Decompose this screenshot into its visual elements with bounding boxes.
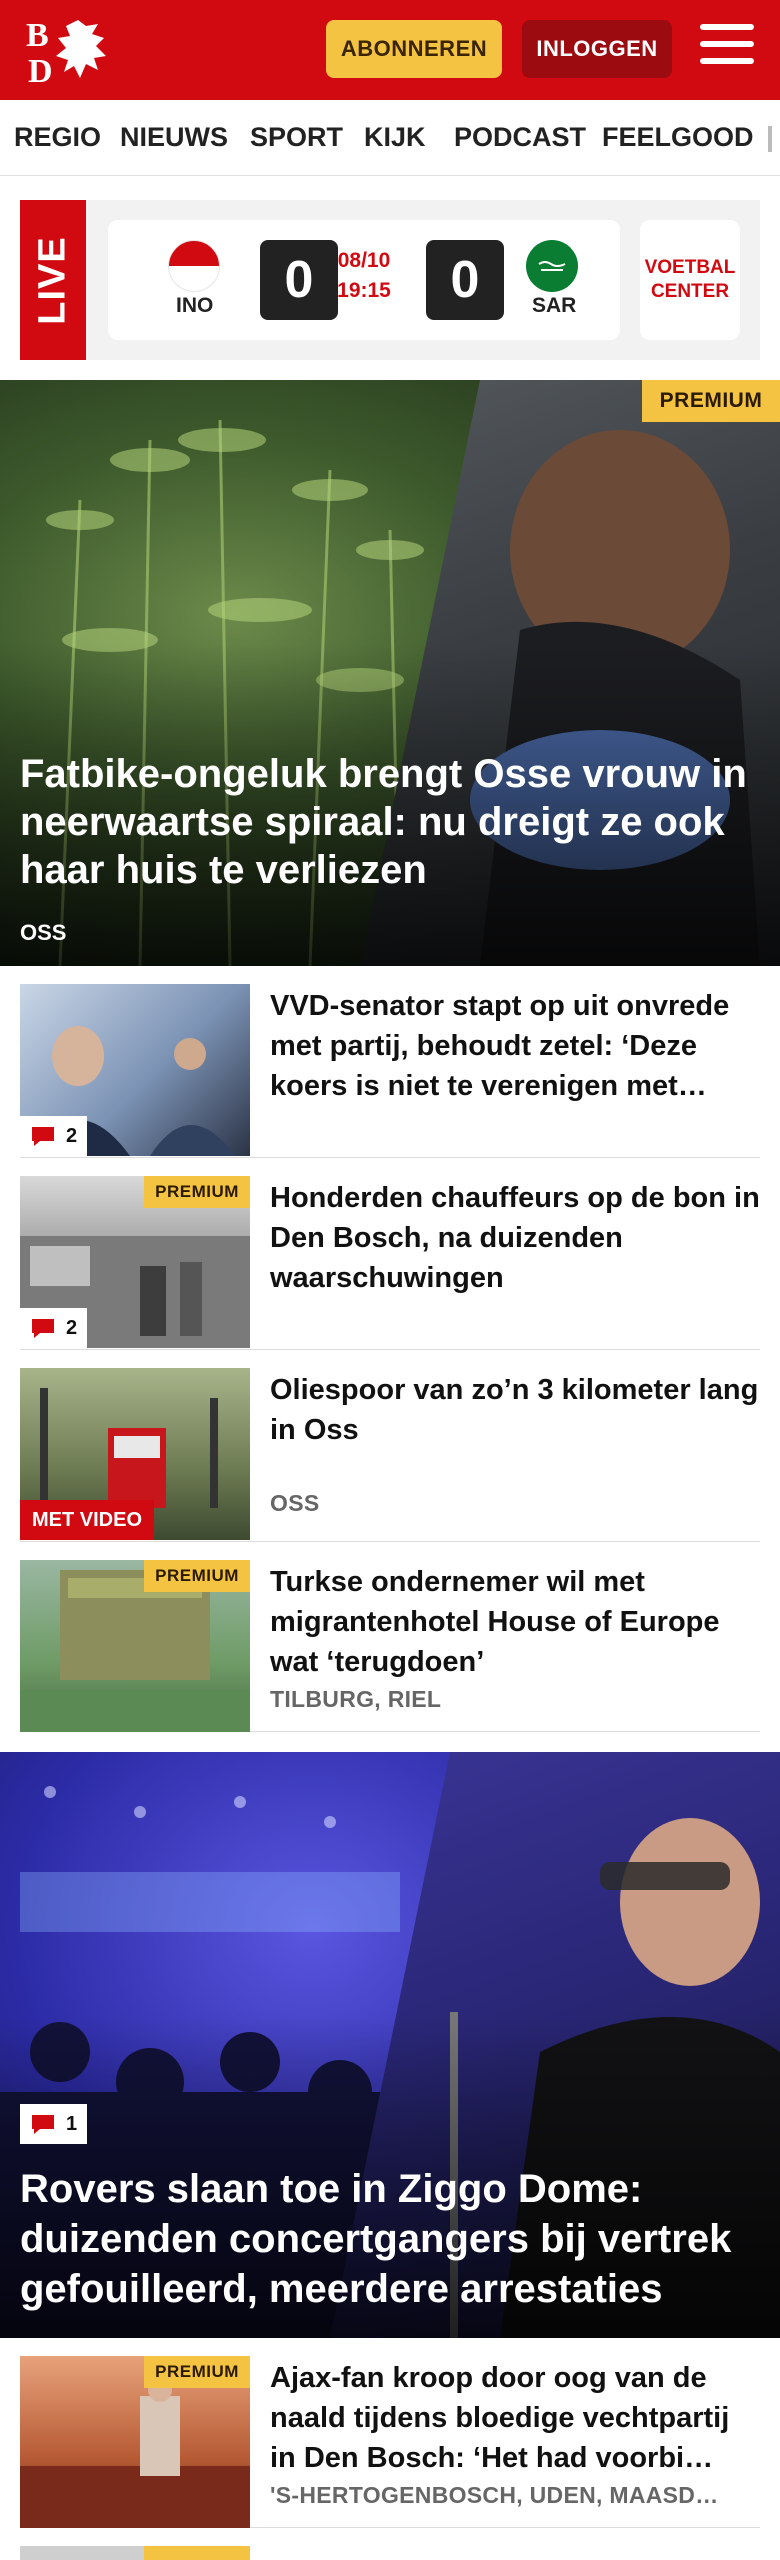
match-time: 19:15 [337, 279, 391, 302]
voetbal-center-label-line2: CENTER [650, 281, 730, 302]
article-thumbnail: PREMIUM [20, 2356, 250, 2528]
home-team: INO [176, 294, 214, 317]
article-thumbnail: PREMIUM 2 [20, 1176, 250, 1348]
hero-title[interactable]: Fatbike-ongeluk brengt Osse vrouw in nee… [20, 750, 760, 894]
bd-logo[interactable]: B D [26, 16, 114, 90]
match-date: 08/10 [337, 249, 391, 272]
article-title[interactable]: Turkse ondernemer wil met migrantenhotel… [270, 1562, 760, 1682]
hero-article[interactable]: PREMIUM Fatbike-ongeluk brengt Osse vrou… [0, 380, 780, 966]
nav-item-podcast[interactable]: PODCAST [454, 122, 586, 153]
indonesia-flag-icon [168, 240, 220, 292]
comment-icon [32, 1319, 54, 1338]
menu-icon[interactable] [700, 24, 754, 74]
live-tab[interactable]: LIVE [20, 200, 86, 360]
premium-badge-partial [144, 2546, 250, 2560]
comment-count: 1 [20, 2104, 88, 2144]
nav-item-feelgood[interactable]: FEELGOOD [602, 122, 754, 153]
premium-badge: PREMIUM [642, 380, 780, 422]
section-nav: REGIO NIEUWS SPORT KIJK PODCAST FEELGOOD [0, 100, 780, 176]
comment-count: 2 [20, 1308, 88, 1348]
logo-letter-d: D [28, 53, 53, 84]
voetbal-center-button[interactable]: VOETBAL CENTER [640, 220, 740, 340]
comment-count-value: 2 [66, 1124, 78, 1147]
top-bar: B D ABONNEREN INLOGGEN [0, 0, 780, 100]
away-score: 0 [426, 240, 504, 320]
article-location: OSS [270, 1490, 320, 1516]
nav-item-nieuws[interactable]: NIEUWS [120, 122, 228, 153]
voetbal-center-label-line1: VOETBAL [644, 257, 736, 278]
article-row[interactable]: PREMIUM Turkse ondernemer wil met migran… [20, 1542, 760, 1732]
logo-letter-b: B [26, 17, 49, 54]
article-thumbnail: 2 [20, 984, 250, 1156]
video-badge: MET VIDEO [20, 1500, 155, 1540]
hero-location: OSS [20, 920, 67, 945]
comment-count-value: 2 [66, 1316, 78, 1339]
article-title[interactable]: Ajax-fan kroop door oog van de naald tij… [270, 2358, 760, 2478]
article-row[interactable]: 2 VVD-senator stapt op uit onvrede met p… [20, 966, 760, 1158]
article-location: TILBURG, RIEL [270, 1686, 442, 1712]
hero2-title[interactable]: Rovers slaan toe in Ziggo Dome: duizende… [20, 2164, 760, 2314]
article-thumbnail: MET VIDEO [20, 1368, 250, 1540]
comment-count-value: 1 [66, 2112, 78, 2135]
article-title[interactable]: Honderden chauffeurs op de bon in Den Bo… [270, 1178, 760, 1298]
article-title[interactable]: Oliespoor van zo’n 3 kilometer lang in O… [270, 1370, 760, 1450]
comment-icon [32, 1127, 54, 1146]
comment-count: 2 [20, 1116, 88, 1156]
article-title[interactable]: VVD-senator stapt op uit onvrede met par… [270, 986, 760, 1106]
match-datetime: 08/10 19:15 [326, 246, 402, 306]
article-row[interactable]: PREMIUM Ajax-fan kroop door oog van de n… [20, 2338, 760, 2528]
nav-item-regio[interactable]: REGIO [14, 122, 101, 153]
article-row[interactable]: MET VIDEO Oliespoor van zo’n 3 kilometer… [20, 1350, 760, 1542]
login-button[interactable]: INLOGGEN [522, 20, 672, 78]
comment-icon [32, 2115, 54, 2134]
live-match-strip: LIVE INO 0 08/10 19:15 0 SAR VOETBAL CENT… [20, 200, 760, 360]
article-location: 'S-HERTOGENBOSCH, UDEN, MAASD… [270, 2482, 719, 2508]
hero-article-2[interactable]: 1 Rovers slaan toe in Ziggo Dome: duizen… [0, 1752, 780, 2338]
article-thumbnail: PREMIUM [20, 1560, 250, 1732]
away-team: SAR [532, 294, 577, 317]
subscribe-button[interactable]: ABONNEREN [326, 20, 502, 78]
premium-badge: PREMIUM [144, 2356, 250, 2388]
live-label: LIVE [31, 235, 74, 325]
nav-item-kijk[interactable]: KIJK [364, 122, 426, 153]
article-row[interactable]: PREMIUM 2 Honderden chauffeurs op de bon… [20, 1158, 760, 1350]
match-card[interactable]: INO 0 08/10 19:15 0 SAR [108, 220, 620, 340]
nav-item-sport[interactable]: SPORT [250, 122, 343, 153]
nav-overflow-divider [768, 126, 772, 152]
saudi-arabia-flag-icon [526, 240, 578, 292]
premium-badge: PREMIUM [144, 1560, 250, 1592]
premium-badge: PREMIUM [144, 1176, 250, 1208]
